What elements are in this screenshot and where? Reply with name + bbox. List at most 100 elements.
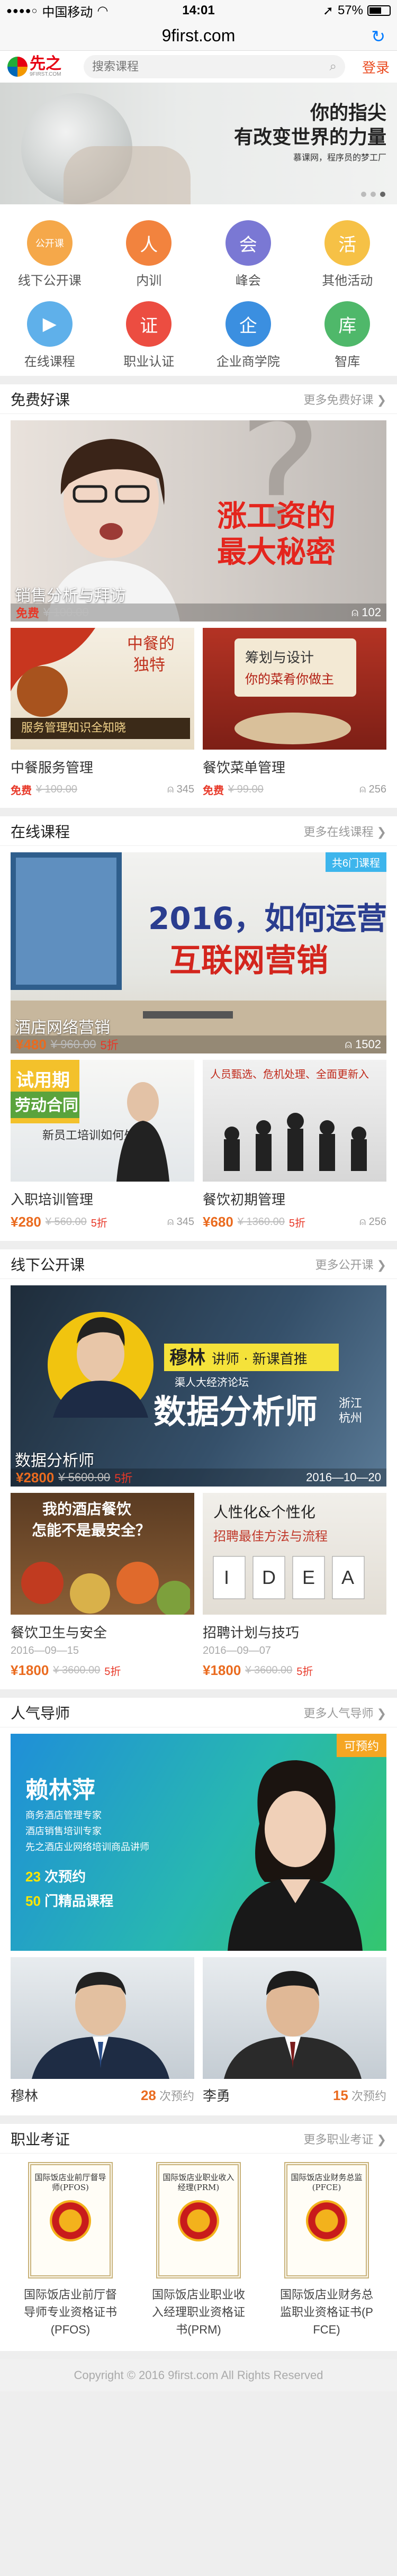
person-icon: ⍝ bbox=[359, 783, 366, 795]
featured-teacher[interactable]: 可预约 赖林萍 商务酒店管理专家 酒店销售培训专家 先之酒店业网络培训商品讲师 … bbox=[11, 1734, 386, 1951]
url-text[interactable]: 9first.com bbox=[162, 26, 236, 46]
course-date: 2016—10—20 bbox=[306, 1471, 381, 1484]
person-icon: ⍝ bbox=[167, 783, 174, 795]
price: ¥1800 bbox=[203, 1662, 241, 1678]
course-date: 2016—09—07 bbox=[203, 1645, 271, 1656]
teacher-card[interactable]: 李勇 15 次预约 bbox=[203, 1957, 386, 2105]
course-count-tag: 共6门课程 bbox=[325, 852, 386, 872]
discount: 5折 bbox=[114, 1472, 133, 1485]
original-price: ¥ 560.00 bbox=[45, 1216, 87, 1228]
free-badge: 免费 bbox=[16, 607, 40, 620]
hero-banner[interactable]: 你的指尖 有改变世界的力量 慕课网，程序员的梦工厂 bbox=[0, 83, 397, 204]
category-item[interactable]: 库智库 bbox=[298, 301, 397, 370]
certificate-image: 国际饭店业前厅督导师(PFOS) bbox=[28, 2162, 113, 2278]
online-hero-course[interactable]: 2016，如何运营 互联网营销 共6门课程 酒店网络营销 ¥480 ¥ 960.… bbox=[11, 852, 386, 1053]
person-icon: ⍝ bbox=[345, 1038, 352, 1051]
category-item[interactable]: 人内训 bbox=[100, 220, 199, 289]
category-item[interactable]: 活其他活动 bbox=[298, 220, 397, 289]
free-courses-section: 免费好课 更多免费好课 ❯ ? 涨工资的 最大秘密 销售分析与拜访 免费 ¥ 1… bbox=[0, 384, 397, 808]
battery-percent: 57% bbox=[337, 3, 363, 17]
course-card[interactable]: 人性化&个性化 招聘最佳方法与流程 I D E A 招聘计划与技巧 2016—0… bbox=[203, 1493, 386, 1679]
category-item[interactable]: 企企业商学院 bbox=[198, 301, 298, 370]
category-item[interactable]: ▶ 在线课程 bbox=[0, 301, 100, 370]
teacher-desc: 酒店销售培训专家 bbox=[25, 1826, 102, 1836]
course-card[interactable]: 中餐的 独特 服务管理知识全知晓 中餐服务管理 免费 ¥ 100.00 ⍝ 34… bbox=[11, 628, 194, 797]
svg-text:招聘最佳方法与流程: 招聘最佳方法与流程 bbox=[213, 1529, 328, 1544]
course-card[interactable]: 筹划与设计 你的菜肴你做主 餐饮菜单管理 免费 ¥ 99.00 ⍝ 256 bbox=[203, 628, 386, 797]
certificate-image: 国际饭店业财务总监(PFCE) bbox=[284, 2162, 369, 2278]
pager-dot[interactable] bbox=[361, 192, 366, 197]
category-label: 线下公开课 bbox=[17, 274, 82, 288]
svg-text:互联网营销: 互联网营销 bbox=[169, 942, 328, 979]
category-icon: 库 bbox=[324, 301, 371, 347]
certification-card[interactable]: 国际饭店业财务总监(PFCE) 国际饭店业财务总 监职业资格证书(P FCE) bbox=[267, 2162, 386, 2338]
section-title: 职业考证 bbox=[11, 2131, 70, 2148]
course-image: 人性化&个性化 招聘最佳方法与流程 I D E A bbox=[203, 1493, 386, 1615]
price: ¥280 bbox=[11, 1214, 41, 1230]
booking-label: 次预约 bbox=[44, 1869, 86, 1885]
svg-text:D: D bbox=[262, 1566, 276, 1588]
search-input[interactable] bbox=[92, 60, 330, 74]
enroll-count: 345 bbox=[176, 783, 194, 795]
original-price: ¥ 99.00 bbox=[228, 783, 264, 795]
location-icon: ➚ bbox=[322, 3, 333, 18]
certification-card[interactable]: 国际饭店业职业收入经理(PRM) 国际饭店业职业收 入经理职业资格证 书(PRM… bbox=[139, 2162, 258, 2338]
course-card[interactable]: 我的酒店餐饮 怎能不是最安全？ 餐饮卫生与安全 2016—09—15 ¥1800… bbox=[11, 1493, 194, 1679]
login-link[interactable]: 登录 bbox=[353, 57, 390, 77]
online-course-pair: 试用期 劳动合同 新员工培训如何处理？ 入职培训管理 ¥280 ¥ 560.00… bbox=[0, 1060, 397, 1241]
category-item[interactable]: 证职业认证 bbox=[100, 301, 199, 370]
certification-card[interactable]: 国际饭店业前厅督导师(PFOS) 国际饭店业前厅督 导师专业资格证书 (PFOS… bbox=[11, 2162, 130, 2338]
teacher-card[interactable]: 穆林 28 次预约 bbox=[11, 1957, 194, 2105]
more-free-link[interactable]: 更多免费好课 ❯ bbox=[303, 391, 386, 408]
category-grid: 公开课 线下公开课人内训会峰会活其他活动 ▶ 在线课程证职业认证企企业商学院库智库 bbox=[0, 204, 397, 376]
banner-pager[interactable] bbox=[361, 192, 385, 197]
category-item[interactable]: 会峰会 bbox=[198, 220, 298, 289]
offline-hero-course[interactable]: 穆林 讲师 · 新课首推 渠人大经济论坛 数据分析师 浙江 杭州 数据分析师 ¥… bbox=[11, 1285, 386, 1487]
cert-caption-line: 导师专业资格证书 bbox=[23, 2305, 117, 2319]
logo-mark-icon bbox=[7, 57, 28, 77]
free-badge: 免费 bbox=[11, 785, 32, 797]
svg-text:数据分析师: 数据分析师 bbox=[154, 1392, 318, 1431]
course-card[interactable]: 试用期 劳动合同 新员工培训如何处理？ 入职培训管理 ¥280 ¥ 560.00… bbox=[11, 1060, 194, 1230]
svg-text:中餐的: 中餐的 bbox=[127, 635, 175, 653]
course-date: 2016—09—15 bbox=[11, 1645, 79, 1656]
cert-caption-line: 国际饭店业职业收 bbox=[151, 2288, 245, 2301]
discount: 5折 bbox=[288, 1218, 305, 1229]
svg-text:劳动合同: 劳动合同 bbox=[15, 1096, 78, 1115]
popular-teachers-section: 人气导师 更多人气导师 ❯ 可预约 赖林萍 商务酒店管理专家 酒店销售培训专家 … bbox=[0, 1698, 397, 2115]
course-card[interactable]: 人员甄选、危机处理、全面更新入 餐饮初期管理 ¥680 ¥ 1360.00 5折… bbox=[203, 1060, 386, 1230]
svg-text:2016，如何运营: 2016，如何运营 bbox=[148, 900, 386, 936]
discount: 5折 bbox=[91, 1218, 107, 1229]
enroll-count: 256 bbox=[368, 783, 386, 795]
more-offline-link[interactable]: 更多公开课 ❯ bbox=[315, 1256, 386, 1273]
search-box[interactable]: ⌕ bbox=[84, 55, 345, 78]
pager-dot[interactable] bbox=[371, 192, 376, 197]
search-icon[interactable]: ⌕ bbox=[330, 59, 337, 74]
booking-count: 23 bbox=[25, 1869, 41, 1885]
price: ¥1800 bbox=[11, 1662, 49, 1678]
overlay-text-2: 最大秘密 bbox=[217, 535, 336, 570]
free-hero-course[interactable]: ? 涨工资的 最大秘密 销售分析与拜访 免费 ¥ 100.00 ⍝ 102 bbox=[11, 420, 386, 622]
reload-icon[interactable]: ↻ bbox=[371, 26, 385, 47]
logo-text: 先之 bbox=[30, 55, 61, 73]
price: ¥680 bbox=[203, 1214, 233, 1230]
more-teachers-link[interactable]: 更多人气导师 ❯ bbox=[303, 1704, 386, 1721]
more-online-link[interactable]: 更多在线课程 ❯ bbox=[303, 823, 386, 840]
booking-label: 次预约 bbox=[159, 2089, 194, 2103]
teacher-name: 穆林 bbox=[11, 2088, 39, 2104]
seal-icon bbox=[178, 2200, 219, 2241]
free-badge: 免费 bbox=[203, 785, 224, 797]
svg-text:服务管理知识全知晓: 服务管理知识全知晓 bbox=[21, 722, 126, 735]
category-item[interactable]: 公开课 线下公开课 bbox=[0, 220, 100, 289]
teacher-photo bbox=[11, 1957, 194, 2079]
course-name: 餐饮菜单管理 bbox=[203, 760, 286, 776]
person-icon: ⍝ bbox=[167, 1216, 174, 1228]
category-icon: 人 bbox=[126, 220, 172, 266]
section-title: 免费好课 bbox=[11, 391, 70, 408]
pager-dot-active[interactable] bbox=[380, 192, 385, 197]
browser-address-bar[interactable]: 9first.com ↻ bbox=[0, 21, 397, 51]
svg-text:我的酒店餐饮: 我的酒店餐饮 bbox=[42, 1500, 132, 1518]
free-course-pair: 中餐的 独特 服务管理知识全知晓 中餐服务管理 免费 ¥ 100.00 ⍝ 34… bbox=[0, 628, 397, 808]
more-certs-link[interactable]: 更多职业考证 ❯ bbox=[303, 2130, 386, 2147]
site-logo[interactable]: 先之 9FIRST.COM bbox=[7, 56, 76, 77]
